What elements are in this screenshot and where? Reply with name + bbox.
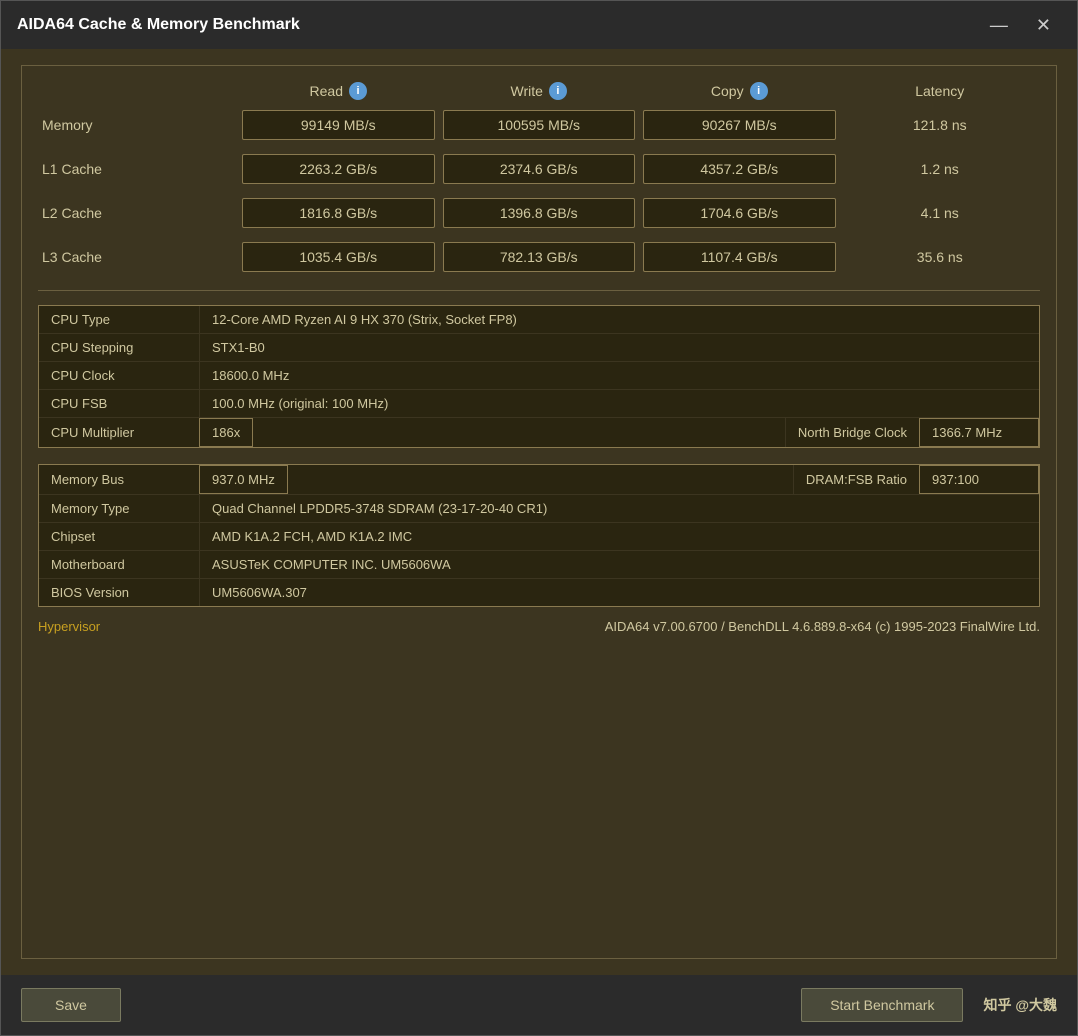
cpu-multiplier-left: CPU Multiplier 186x — [39, 418, 785, 447]
close-button[interactable]: ✕ — [1026, 11, 1061, 40]
cpu-type-value: 12-Core AMD Ryzen AI 9 HX 370 (Strix, So… — [199, 306, 1039, 333]
start-benchmark-button[interactable]: Start Benchmark — [801, 988, 963, 1022]
l3-cache-row: L3 Cache 1035.4 GB/s 782.13 GB/s 1107.4 … — [38, 240, 1040, 274]
cpu-clock-value: 18600.0 MHz — [199, 362, 1039, 389]
cpu-stepping-label: CPU Stepping — [39, 334, 199, 361]
memory-bus-value: 937.0 MHz — [199, 465, 288, 494]
l2-copy: 1704.6 GB/s — [643, 198, 836, 228]
memory-type-row: Memory Type Quad Channel LPDDR5-3748 SDR… — [39, 495, 1039, 523]
cpu-fsb-row: CPU FSB 100.0 MHz (original: 100 MHz) — [39, 390, 1039, 418]
motherboard-label: Motherboard — [39, 551, 199, 578]
column-headers: Read i Write i Copy i Latency — [38, 82, 1040, 100]
l1-latency: 1.2 ns — [840, 161, 1041, 177]
l3-read: 1035.4 GB/s — [242, 242, 435, 272]
memory-read: 99149 MB/s — [242, 110, 435, 140]
write-header: Write i — [439, 82, 640, 100]
content-area: Read i Write i Copy i Latency Memory 99 — [1, 49, 1077, 975]
memory-row: Memory 99149 MB/s 100595 MB/s 90267 MB/s… — [38, 108, 1040, 142]
memory-bus-label: Memory Bus — [39, 466, 199, 493]
l3-latency: 35.6 ns — [840, 249, 1041, 265]
main-panel: Read i Write i Copy i Latency Memory 99 — [21, 65, 1057, 959]
l1-cache-row: L1 Cache 2263.2 GB/s 2374.6 GB/s 4357.2 … — [38, 152, 1040, 186]
save-button[interactable]: Save — [21, 988, 121, 1022]
minimize-button[interactable]: — — [980, 11, 1018, 40]
hypervisor-value: AIDA64 v7.00.6700 / BenchDLL 4.6.889.8-x… — [198, 619, 1040, 634]
l2-cache-row: L2 Cache 1816.8 GB/s 1396.8 GB/s 1704.6 … — [38, 196, 1040, 230]
dram-fsb-right: DRAM:FSB Ratio 937:100 — [793, 465, 1039, 494]
north-bridge-right: North Bridge Clock 1366.7 MHz — [785, 418, 1039, 447]
cpu-multiplier-value: 186x — [199, 418, 253, 447]
bios-value: UM5606WA.307 — [199, 579, 1039, 606]
copy-header: Copy i — [639, 82, 840, 100]
cpu-info-section: CPU Type 12-Core AMD Ryzen AI 9 HX 370 (… — [38, 305, 1040, 448]
main-window: AIDA64 Cache & Memory Benchmark — ✕ Read… — [0, 0, 1078, 1036]
cpu-stepping-row: CPU Stepping STX1-B0 — [39, 334, 1039, 362]
memory-copy: 90267 MB/s — [643, 110, 836, 140]
divider-1 — [38, 290, 1040, 291]
north-bridge-label: North Bridge Clock — [786, 419, 919, 446]
cpu-stepping-value: STX1-B0 — [199, 334, 1039, 361]
cpu-clock-row: CPU Clock 18600.0 MHz — [39, 362, 1039, 390]
dram-fsb-label: DRAM:FSB Ratio — [794, 466, 919, 493]
spacer-1 — [38, 448, 1040, 456]
read-info-icon[interactable]: i — [349, 82, 367, 100]
bottom-bar: Save Start Benchmark 知乎 @大魏 — [1, 975, 1077, 1035]
chipset-value: AMD K1A.2 FCH, AMD K1A.2 IMC — [199, 523, 1039, 550]
chipset-row: Chipset AMD K1A.2 FCH, AMD K1A.2 IMC — [39, 523, 1039, 551]
window-title: AIDA64 Cache & Memory Benchmark — [17, 16, 980, 34]
north-bridge-value: 1366.7 MHz — [919, 418, 1039, 447]
hypervisor-row: Hypervisor AIDA64 v7.00.6700 / BenchDLL … — [38, 615, 1040, 638]
latency-header: Latency — [840, 83, 1041, 99]
read-header: Read i — [238, 82, 439, 100]
cpu-clock-label: CPU Clock — [39, 362, 199, 389]
write-info-icon[interactable]: i — [549, 82, 567, 100]
l1-read: 2263.2 GB/s — [242, 154, 435, 184]
bios-label: BIOS Version — [39, 579, 199, 606]
l3-copy: 1107.4 GB/s — [643, 242, 836, 272]
l2-label: L2 Cache — [38, 205, 238, 221]
bios-row: BIOS Version UM5606WA.307 — [39, 579, 1039, 606]
memory-type-label: Memory Type — [39, 495, 199, 522]
memory-info-section: Memory Bus 937.0 MHz DRAM:FSB Ratio 937:… — [38, 464, 1040, 607]
title-bar: AIDA64 Cache & Memory Benchmark — ✕ — [1, 1, 1077, 49]
cpu-type-row: CPU Type 12-Core AMD Ryzen AI 9 HX 370 (… — [39, 306, 1039, 334]
l1-write: 2374.6 GB/s — [443, 154, 636, 184]
memory-type-value: Quad Channel LPDDR5-3748 SDRAM (23-17-20… — [199, 495, 1039, 522]
window-controls: — ✕ — [980, 11, 1061, 40]
l2-read: 1816.8 GB/s — [242, 198, 435, 228]
l3-write: 782.13 GB/s — [443, 242, 636, 272]
cpu-type-label: CPU Type — [39, 306, 199, 333]
motherboard-row: Motherboard ASUSTeK COMPUTER INC. UM5606… — [39, 551, 1039, 579]
motherboard-value: ASUSTeK COMPUTER INC. UM5606WA — [199, 551, 1039, 578]
cpu-multiplier-label: CPU Multiplier — [39, 419, 199, 446]
memory-label: Memory — [38, 117, 238, 133]
hypervisor-label: Hypervisor — [38, 619, 198, 634]
watermark: 知乎 @大魏 — [983, 995, 1057, 1015]
memory-bus-row: Memory Bus 937.0 MHz DRAM:FSB Ratio 937:… — [39, 465, 1039, 495]
cpu-fsb-value: 100.0 MHz (original: 100 MHz) — [199, 390, 1039, 417]
cpu-fsb-label: CPU FSB — [39, 390, 199, 417]
l1-copy: 4357.2 GB/s — [643, 154, 836, 184]
l2-write: 1396.8 GB/s — [443, 198, 636, 228]
dram-fsb-value: 937:100 — [919, 465, 1039, 494]
memory-write: 100595 MB/s — [443, 110, 636, 140]
l3-label: L3 Cache — [38, 249, 238, 265]
memory-bus-left: Memory Bus 937.0 MHz — [39, 465, 793, 494]
chipset-label: Chipset — [39, 523, 199, 550]
copy-info-icon[interactable]: i — [750, 82, 768, 100]
memory-latency: 121.8 ns — [840, 117, 1041, 133]
cpu-multiplier-row: CPU Multiplier 186x North Bridge Clock 1… — [39, 418, 1039, 447]
l2-latency: 4.1 ns — [840, 205, 1041, 221]
l1-label: L1 Cache — [38, 161, 238, 177]
